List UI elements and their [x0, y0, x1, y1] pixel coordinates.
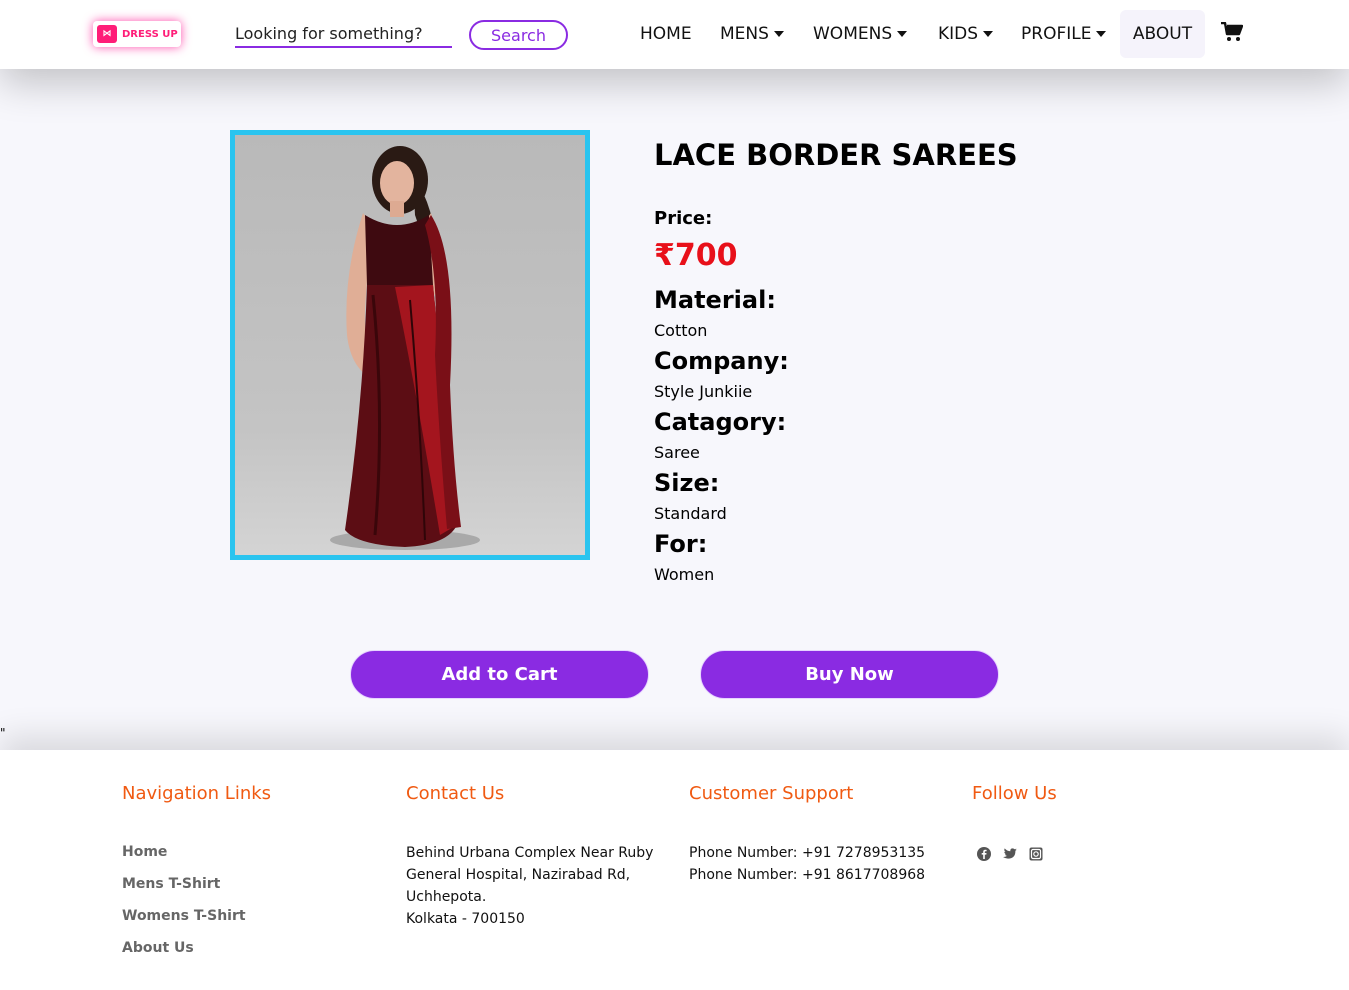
price-value: ₹700	[654, 238, 738, 273]
nav-mens[interactable]: MENS	[720, 10, 784, 58]
address-line: General Hospital, Nazirabad Rd,	[406, 867, 631, 883]
footer-nav-heading: Navigation Links	[122, 783, 272, 804]
footer-support-heading: Customer Support	[689, 783, 854, 804]
stray-text: "	[0, 726, 6, 740]
nav-profile-label: PROFILE	[1021, 24, 1092, 44]
footer-link-home[interactable]: Home	[122, 844, 167, 860]
nav-womens-label: WOMENS	[813, 24, 893, 44]
nav-kids[interactable]: KIDS	[938, 10, 994, 58]
caret-down-icon	[773, 31, 784, 37]
caret-down-icon	[1096, 31, 1107, 37]
nav-mens-label: MENS	[720, 24, 769, 44]
logo-text: DRESS UP	[122, 28, 178, 40]
twitter-icon[interactable]	[1002, 846, 1018, 862]
footer-follow-heading: Follow Us	[972, 783, 1057, 804]
nav-profile[interactable]: PROFILE	[1021, 10, 1107, 58]
category-label: Catagory:	[654, 408, 787, 436]
caret-down-icon	[983, 31, 994, 37]
address-line: Kolkata - 700150	[406, 911, 525, 927]
footer-link-mens-tshirt[interactable]: Mens T-Shirt	[122, 876, 220, 892]
footer-contact-heading: Contact Us	[406, 783, 505, 804]
search-button[interactable]: Search	[469, 20, 568, 50]
footer-link-about-us[interactable]: About Us	[122, 940, 194, 956]
nav-home[interactable]: HOME	[640, 10, 692, 58]
logo[interactable]: ⋈ DRESS UP	[93, 21, 181, 47]
search-input[interactable]	[235, 20, 452, 48]
site-header: ⋈ DRESS UP Search HOME MENS WOMENS KIDS …	[0, 0, 1349, 69]
facebook-icon[interactable]	[976, 846, 992, 862]
nav-kids-label: KIDS	[938, 24, 979, 44]
size-label: Size:	[654, 469, 720, 497]
phone-number: Phone Number: +91 7278953135	[689, 845, 926, 861]
site-footer: Navigation Links Contact Us Customer Sup…	[0, 750, 1349, 990]
footer-link-womens-tshirt[interactable]: Womens T-Shirt	[122, 908, 246, 924]
support-phones: Phone Number: +91 7278953135 Phone Numbe…	[689, 842, 925, 886]
buy-now-button[interactable]: Buy Now	[700, 650, 999, 699]
saree-model-image	[330, 146, 480, 550]
category-value: Saree	[654, 443, 700, 462]
add-to-cart-button[interactable]: Add to Cart	[350, 650, 649, 699]
material-value: Cotton	[654, 321, 708, 340]
price-label: Price:	[654, 208, 713, 229]
company-label: Company:	[654, 347, 789, 375]
company-value: Style Junkiie	[654, 382, 753, 401]
size-value: Standard	[654, 504, 727, 523]
product-title: LACE BORDER SAREES	[654, 138, 1018, 172]
nav-womens[interactable]: WOMENS	[813, 10, 908, 58]
address-line: Uchhepota.	[406, 889, 487, 905]
shopping-cart-icon[interactable]	[1221, 22, 1243, 42]
material-label: Material:	[654, 286, 776, 314]
address-line: Behind Urbana Complex Near Ruby	[406, 845, 654, 861]
caret-down-icon	[897, 31, 908, 37]
nav-about[interactable]: ABOUT	[1120, 10, 1205, 58]
phone-number: Phone Number: +91 8617708968	[689, 867, 926, 883]
contact-address: Behind Urbana Complex Near Ruby General …	[406, 842, 653, 930]
for-label: For:	[654, 530, 708, 558]
instagram-icon[interactable]	[1028, 846, 1044, 862]
nav-about-label: ABOUT	[1132, 24, 1193, 44]
for-value: Women	[654, 565, 715, 584]
product-image	[230, 130, 590, 560]
nav-home-label: HOME	[640, 24, 692, 44]
bow-tie-icon: ⋈	[97, 25, 117, 43]
